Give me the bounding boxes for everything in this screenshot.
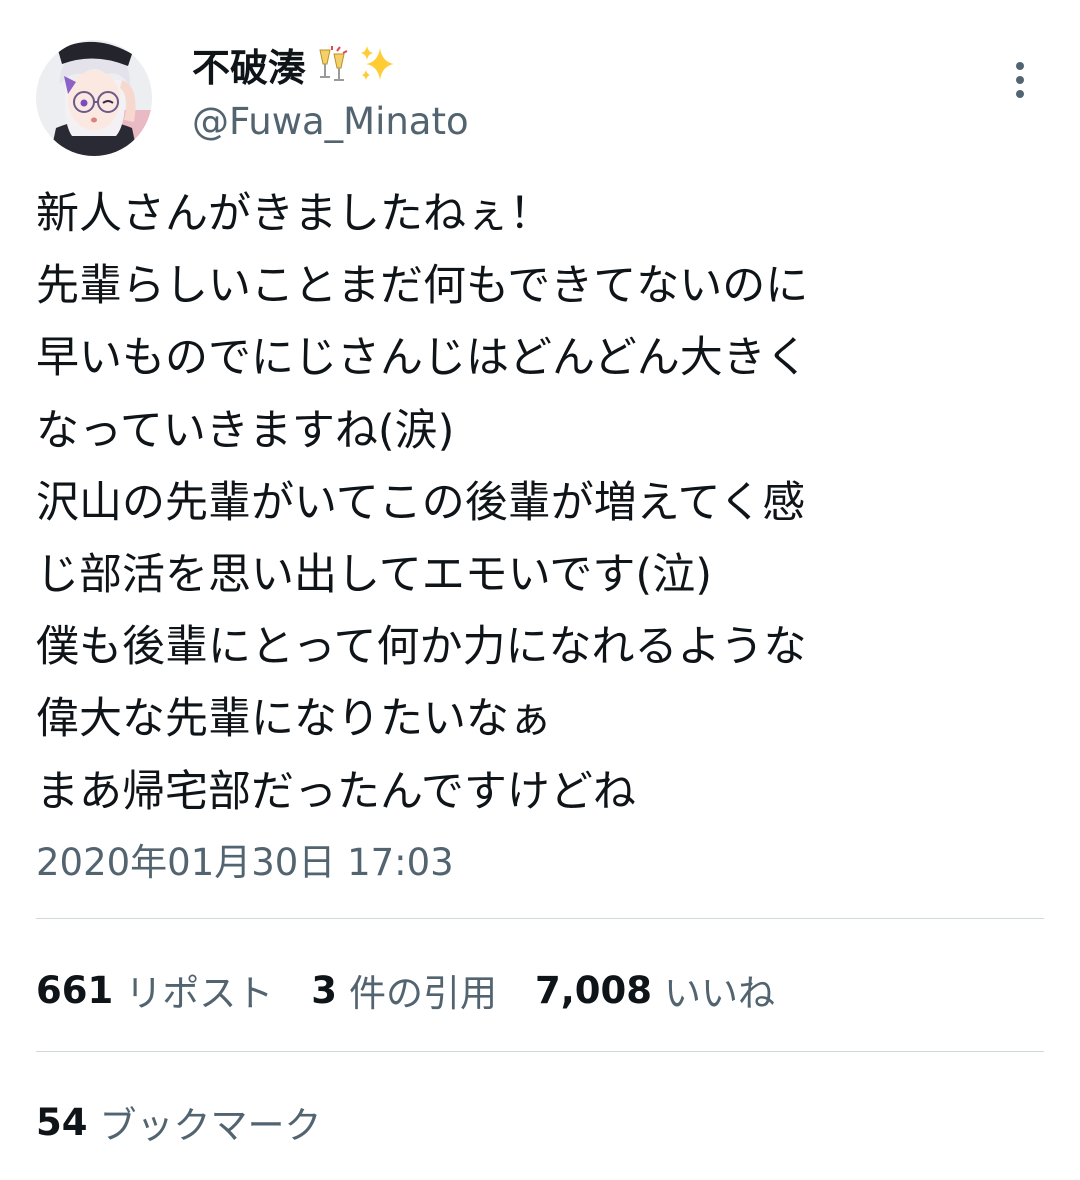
avatar[interactable] (36, 40, 152, 156)
divider (36, 918, 1044, 919)
likes-stat[interactable]: 7,008 いいね (535, 963, 775, 1017)
champagne-glasses-emoji (312, 44, 352, 84)
tweet-header: 不破湊 @Fuwa_Minato (36, 36, 1044, 156)
bookmarks-count: 54 (36, 1100, 88, 1144)
tweet-text-line: 先輩らしいことまだ何もできてないのに (36, 261, 809, 312)
display-name[interactable]: 不破湊 (192, 36, 469, 92)
tweet-text-line: なっていきますね(涙) (36, 405, 455, 456)
divider (36, 1051, 1044, 1052)
engagement-stats: 661 リポスト 3 件の引用 7,008 いいね (36, 960, 813, 1020)
reposts-stat[interactable]: 661 リポスト (36, 963, 273, 1017)
quotes-label: 件の引用 (348, 972, 497, 1015)
tweet-text-line: 早いものでにじさんじはどんどん大きく (36, 333, 809, 384)
tweet-text-line: 沢山の先輩がいてこの後輩が増えてく感 (36, 477, 806, 528)
likes-label: いいね (664, 972, 776, 1015)
quotes-count: 3 (311, 968, 337, 1012)
bookmarks-label: ブックマーク (99, 1104, 322, 1147)
display-name-text: 不破湊 (192, 45, 307, 90)
likes-count: 7,008 (534, 968, 653, 1012)
bookmarks-stat[interactable]: 54 ブックマーク (36, 1092, 322, 1152)
sparkles-emoji (358, 44, 398, 84)
tweet-text-line: じ部活を思い出してエモいです(泣) (36, 549, 712, 600)
tweet-text-line: 僕も後輩にとって何か力になれるような (36, 622, 807, 673)
quotes-stat[interactable]: 3 件の引用 (311, 963, 497, 1017)
more-options-button[interactable] (1008, 58, 1032, 102)
user-handle[interactable]: @Fuwa_Minato (192, 100, 469, 143)
tweet-text-line: 偉大な先輩になりたいなぁ (36, 694, 552, 745)
tweet-text-line: まあ帰宅部だったんですけどね (36, 766, 636, 817)
more-vertical-icon (1016, 62, 1024, 98)
reposts-count: 661 (36, 968, 114, 1012)
tweet-text-line: 新人さんがきましたねぇ！ (36, 189, 552, 239)
tweet-timestamp[interactable]: 2020年01月30日 17:03 (36, 832, 454, 886)
tweet-text: 新人さんがきましたねぇ！ 先輩らしいことまだ何もできてないのに 早いものでにじさ… (36, 178, 1046, 828)
reposts-label: リポスト (125, 972, 274, 1015)
